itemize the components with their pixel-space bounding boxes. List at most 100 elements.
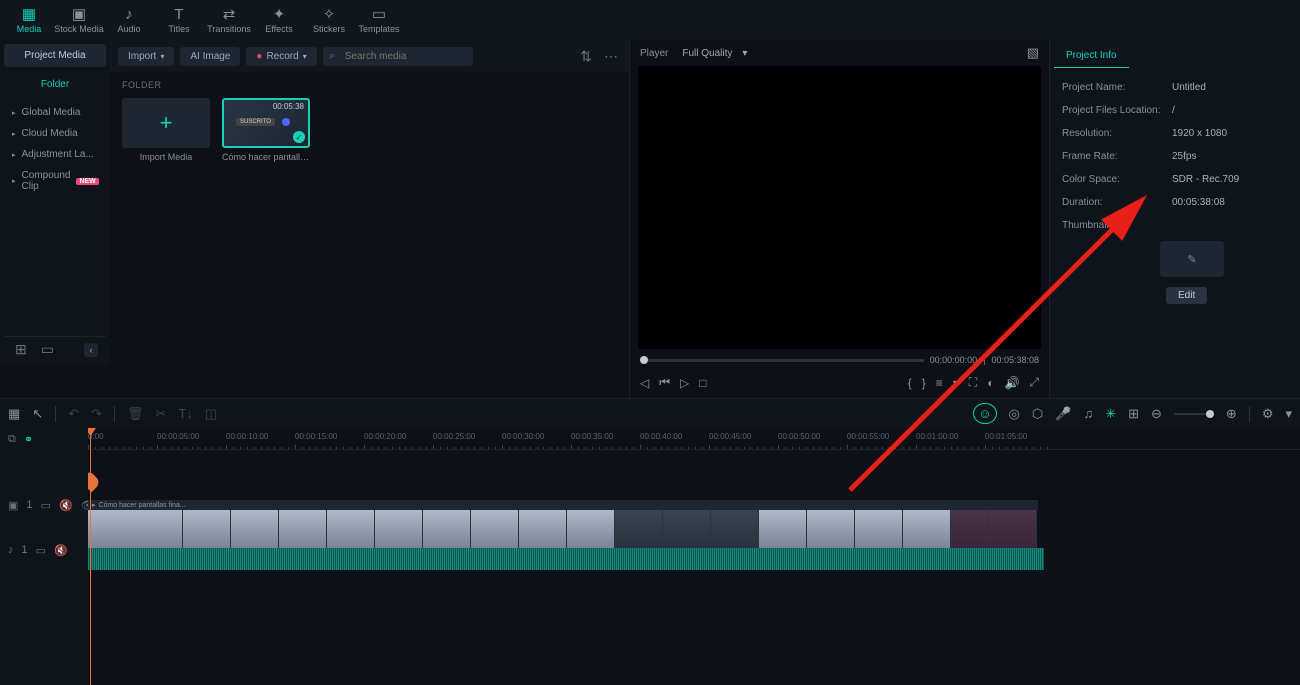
filter-icon[interactable]: ⇅ xyxy=(577,48,595,65)
info-row-name: Project Name:Untitled xyxy=(1050,76,1300,99)
import-button[interactable]: Import▾ xyxy=(118,47,174,66)
chain-icon[interactable]: ⚭ xyxy=(24,433,33,446)
delete-icon[interactable]: 🗑 xyxy=(127,406,144,422)
redo-icon[interactable]: ↷ xyxy=(91,406,102,422)
media-clip-card[interactable]: 00:05:38 SUSCRITO ✓ Cómo hacer pantallas… xyxy=(222,98,310,162)
stop-icon[interactable]: □ xyxy=(699,376,706,390)
folder-icon[interactable]: ▭ xyxy=(38,341,57,358)
clip-title-bar[interactable]: ▸Cómo hacer pantallas fina... xyxy=(88,500,1038,510)
record-dot-icon: ● xyxy=(256,51,262,62)
audio-track-header[interactable]: ♪1▭🔇 xyxy=(0,530,88,570)
sidebar-global-media[interactable]: ▸Global Media xyxy=(4,102,106,123)
edit-button[interactable]: Edit xyxy=(1166,287,1207,304)
project-info-tab[interactable]: Project Info xyxy=(1054,44,1129,68)
nav-tab-stock[interactable]: ▣Stock Media xyxy=(54,0,104,40)
timeline: ⧉⚭ ▣1▭🔇👁 ♪1▭🔇 0:0000:00:05:0000:00:10:00… xyxy=(0,428,1300,685)
timeline-tracks[interactable]: 0:0000:00:05:0000:00:10:0000:00:15:0000:… xyxy=(88,428,1300,685)
mic-icon[interactable]: 🎤 xyxy=(1055,406,1071,422)
audio-icon: ♪ xyxy=(8,544,14,556)
step-back-icon[interactable]: ⏮ xyxy=(659,375,670,390)
mixer-icon[interactable]: ⊞ xyxy=(1128,406,1139,422)
more-icon[interactable]: ⋯ xyxy=(601,48,621,65)
scrub-bar[interactable] xyxy=(640,359,924,362)
video-track-header[interactable]: ▣1▭🔇👁 xyxy=(0,480,88,530)
collapse-sidebar-button[interactable]: ‹ xyxy=(84,343,98,357)
plus-icon: + xyxy=(160,110,173,136)
mute-icon[interactable]: 🔇 xyxy=(59,499,73,512)
chevron-right-icon: ▸ xyxy=(12,177,16,185)
playhead[interactable] xyxy=(90,428,91,685)
thumbnail-preview[interactable]: ✎ xyxy=(1160,241,1224,277)
folder-icon[interactable]: ▭ xyxy=(41,499,51,512)
prev-frame-icon[interactable]: ◁ xyxy=(640,376,649,390)
zoom-out-icon[interactable]: ⊖ xyxy=(1151,406,1162,422)
caret-down-icon: ▾ xyxy=(742,48,747,59)
time-total: 00:05:38:08 xyxy=(991,355,1039,365)
undo-icon[interactable]: ↶ xyxy=(68,406,79,422)
audio-waveform[interactable] xyxy=(88,548,1044,570)
mark-out-icon[interactable]: } xyxy=(922,376,926,390)
play-icon[interactable]: ▷ xyxy=(680,376,689,390)
mark-in-icon[interactable]: { xyxy=(908,376,912,390)
grid-icon[interactable]: ▦ xyxy=(8,406,20,422)
nav-tab-titles[interactable]: TTitles xyxy=(154,0,204,40)
pencil-icon: ✎ xyxy=(1187,253,1196,266)
player-viewport[interactable] xyxy=(638,66,1041,349)
caret-down-icon[interactable]: ▾ xyxy=(953,376,959,390)
snapshot-icon[interactable]: ▧ xyxy=(1027,45,1039,61)
settings-icon[interactable]: ⚙ xyxy=(1262,406,1274,422)
titles-icon: T xyxy=(174,7,183,22)
scrub-handle[interactable] xyxy=(640,356,648,364)
link-icon[interactable]: ⧉ xyxy=(8,433,16,446)
nav-tab-transitions[interactable]: ⇄Transitions xyxy=(204,0,254,40)
top-nav: ▦Media ▣Stock Media ♪Audio TTitles ⇄Tran… xyxy=(0,0,1300,40)
new-badge: NEW xyxy=(76,178,98,185)
mute-icon[interactable]: 🔇 xyxy=(54,544,68,557)
zoom-in-icon[interactable]: ⊕ xyxy=(1226,406,1237,422)
quality-dropdown[interactable]: Full Quality▾ xyxy=(682,48,747,59)
import-media-card[interactable]: + Import Media xyxy=(122,98,210,162)
sidebar-adjustment[interactable]: ▸Adjustment La... xyxy=(4,144,106,165)
sidebar-compound[interactable]: ▸Compound ClipNEW xyxy=(4,165,106,197)
caret-down-icon[interactable]: ▾ xyxy=(1285,406,1292,422)
video-clip[interactable] xyxy=(88,510,1037,548)
marker-icon[interactable]: ◎ xyxy=(1009,406,1020,422)
folder-icon[interactable]: ▭ xyxy=(36,544,46,557)
shield-icon[interactable]: ⬡ xyxy=(1032,406,1043,422)
music-icon[interactable]: ♫ xyxy=(1083,406,1093,421)
nav-tab-media[interactable]: ▦Media xyxy=(4,0,54,40)
new-folder-icon[interactable]: ⊞ xyxy=(12,341,30,358)
search-input[interactable] xyxy=(323,47,473,66)
text-icon[interactable]: T↓ xyxy=(178,406,192,421)
sidebar-cloud-media[interactable]: ▸Cloud Media xyxy=(4,123,106,144)
sparkle-icon[interactable]: ✳ xyxy=(1105,406,1116,422)
nav-tab-audio[interactable]: ♪Audio xyxy=(104,0,154,40)
record-button[interactable]: ●Record▾ xyxy=(246,47,316,66)
cut-icon[interactable]: ✂ xyxy=(156,406,167,422)
expand-icon[interactable]: ⤢ xyxy=(1029,375,1039,390)
info-row-duration: Duration:00:05:38:08 xyxy=(1050,191,1300,214)
project-media-button[interactable]: Project Media xyxy=(4,44,106,67)
info-row-resolution: Resolution:1920 x 1080 xyxy=(1050,122,1300,145)
nav-tab-effects[interactable]: ✦Effects xyxy=(254,0,304,40)
zoom-slider[interactable] xyxy=(1174,413,1214,415)
ai-image-button[interactable]: AI Image xyxy=(180,47,240,66)
volume-icon[interactable]: 🔊 xyxy=(1004,376,1019,390)
player-title: Player xyxy=(640,48,668,59)
notification-dot-icon xyxy=(282,118,290,126)
ai-icon[interactable]: ☺ xyxy=(973,403,996,424)
timeline-toolbar: ▦ ↖ ↶ ↷ 🗑 ✂ T↓ ◫ ☺ ◎ ⬡ 🎤 ♫ ✳ ⊞ ⊖ ⊕ ⚙ ▾ xyxy=(0,398,1300,428)
media-icon: ▦ xyxy=(22,7,36,22)
timeline-ruler[interactable]: 0:0000:00:05:0000:00:10:0000:00:15:0000:… xyxy=(88,428,1300,450)
folder-heading: FOLDER xyxy=(122,80,617,90)
nav-tab-stickers[interactable]: ✧Stickers xyxy=(304,0,354,40)
nav-tab-templates[interactable]: ▭Templates xyxy=(354,0,404,40)
list-icon[interactable]: ≡ xyxy=(936,376,943,390)
cursor-icon[interactable]: ↖ xyxy=(32,406,43,422)
camera-icon[interactable]: ◐ xyxy=(987,376,994,390)
player-panel: Player Full Quality▾ ▧ 00:00:00:00 | 00:… xyxy=(630,40,1050,398)
folder-item[interactable]: Folder xyxy=(4,73,106,96)
zoom-handle[interactable] xyxy=(1206,410,1214,418)
crop-icon[interactable]: ◫ xyxy=(205,406,217,422)
fullscreen-icon[interactable]: ⛶ xyxy=(969,375,977,390)
